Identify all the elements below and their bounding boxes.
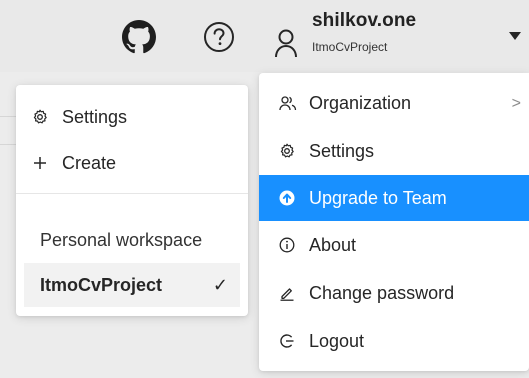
- info-icon: [279, 237, 301, 253]
- chevron-right-icon: >: [511, 95, 521, 112]
- settings-item[interactable]: Settings: [259, 129, 529, 173]
- logout-label: Logout: [309, 330, 365, 351]
- help-circle-icon[interactable]: [201, 19, 237, 55]
- github-icon[interactable]: [120, 18, 158, 56]
- workspace-settings-item[interactable]: Settings: [16, 97, 248, 137]
- about-label: About: [309, 234, 357, 255]
- check-icon: ✓: [212, 275, 228, 295]
- settings-label: Settings: [309, 140, 375, 161]
- plus-icon: [32, 155, 54, 171]
- gear-icon: [279, 143, 301, 159]
- change-password-label: Change password: [309, 282, 455, 303]
- pencil-icon: [279, 285, 301, 301]
- caret-down-icon[interactable]: [506, 28, 524, 44]
- organization-icon: [279, 95, 301, 111]
- user-icon[interactable]: [272, 26, 300, 60]
- workspace-section-heading: Personal workspace: [40, 230, 203, 250]
- logout-icon: [279, 333, 301, 349]
- organization-item[interactable]: Organization >: [259, 81, 529, 125]
- create-workspace-item[interactable]: Create: [16, 143, 248, 183]
- logout-item[interactable]: Logout: [259, 319, 529, 363]
- workspace-item-itmocvproject[interactable]: ItmoCvProject ✓: [24, 263, 240, 307]
- arrow-up-circle-icon: [279, 190, 301, 206]
- organization-label: Organization: [309, 92, 412, 113]
- user-account-summary[interactable]: shilkov.one ItmoCvProject: [312, 10, 452, 60]
- upgrade-to-team-item[interactable]: Upgrade to Team: [259, 175, 529, 221]
- about-item[interactable]: About: [259, 223, 529, 267]
- workspace-settings-label: Settings: [62, 106, 128, 127]
- change-password-item[interactable]: Change password: [259, 271, 529, 315]
- menu-divider: [16, 193, 248, 194]
- user-name: shilkov.one: [312, 10, 417, 31]
- gear-icon: [32, 109, 54, 125]
- account-menu: Organization > Settings Upgrade to Team: [259, 73, 529, 371]
- current-project-name: ItmoCvProject: [312, 40, 388, 54]
- upgrade-to-team-label: Upgrade to Team: [309, 187, 447, 208]
- create-workspace-label: Create: [62, 152, 117, 173]
- workspace-menu: Settings Create Personal workspace ItmoC…: [16, 85, 248, 316]
- workspace-item-label: ItmoCvProject: [40, 274, 163, 295]
